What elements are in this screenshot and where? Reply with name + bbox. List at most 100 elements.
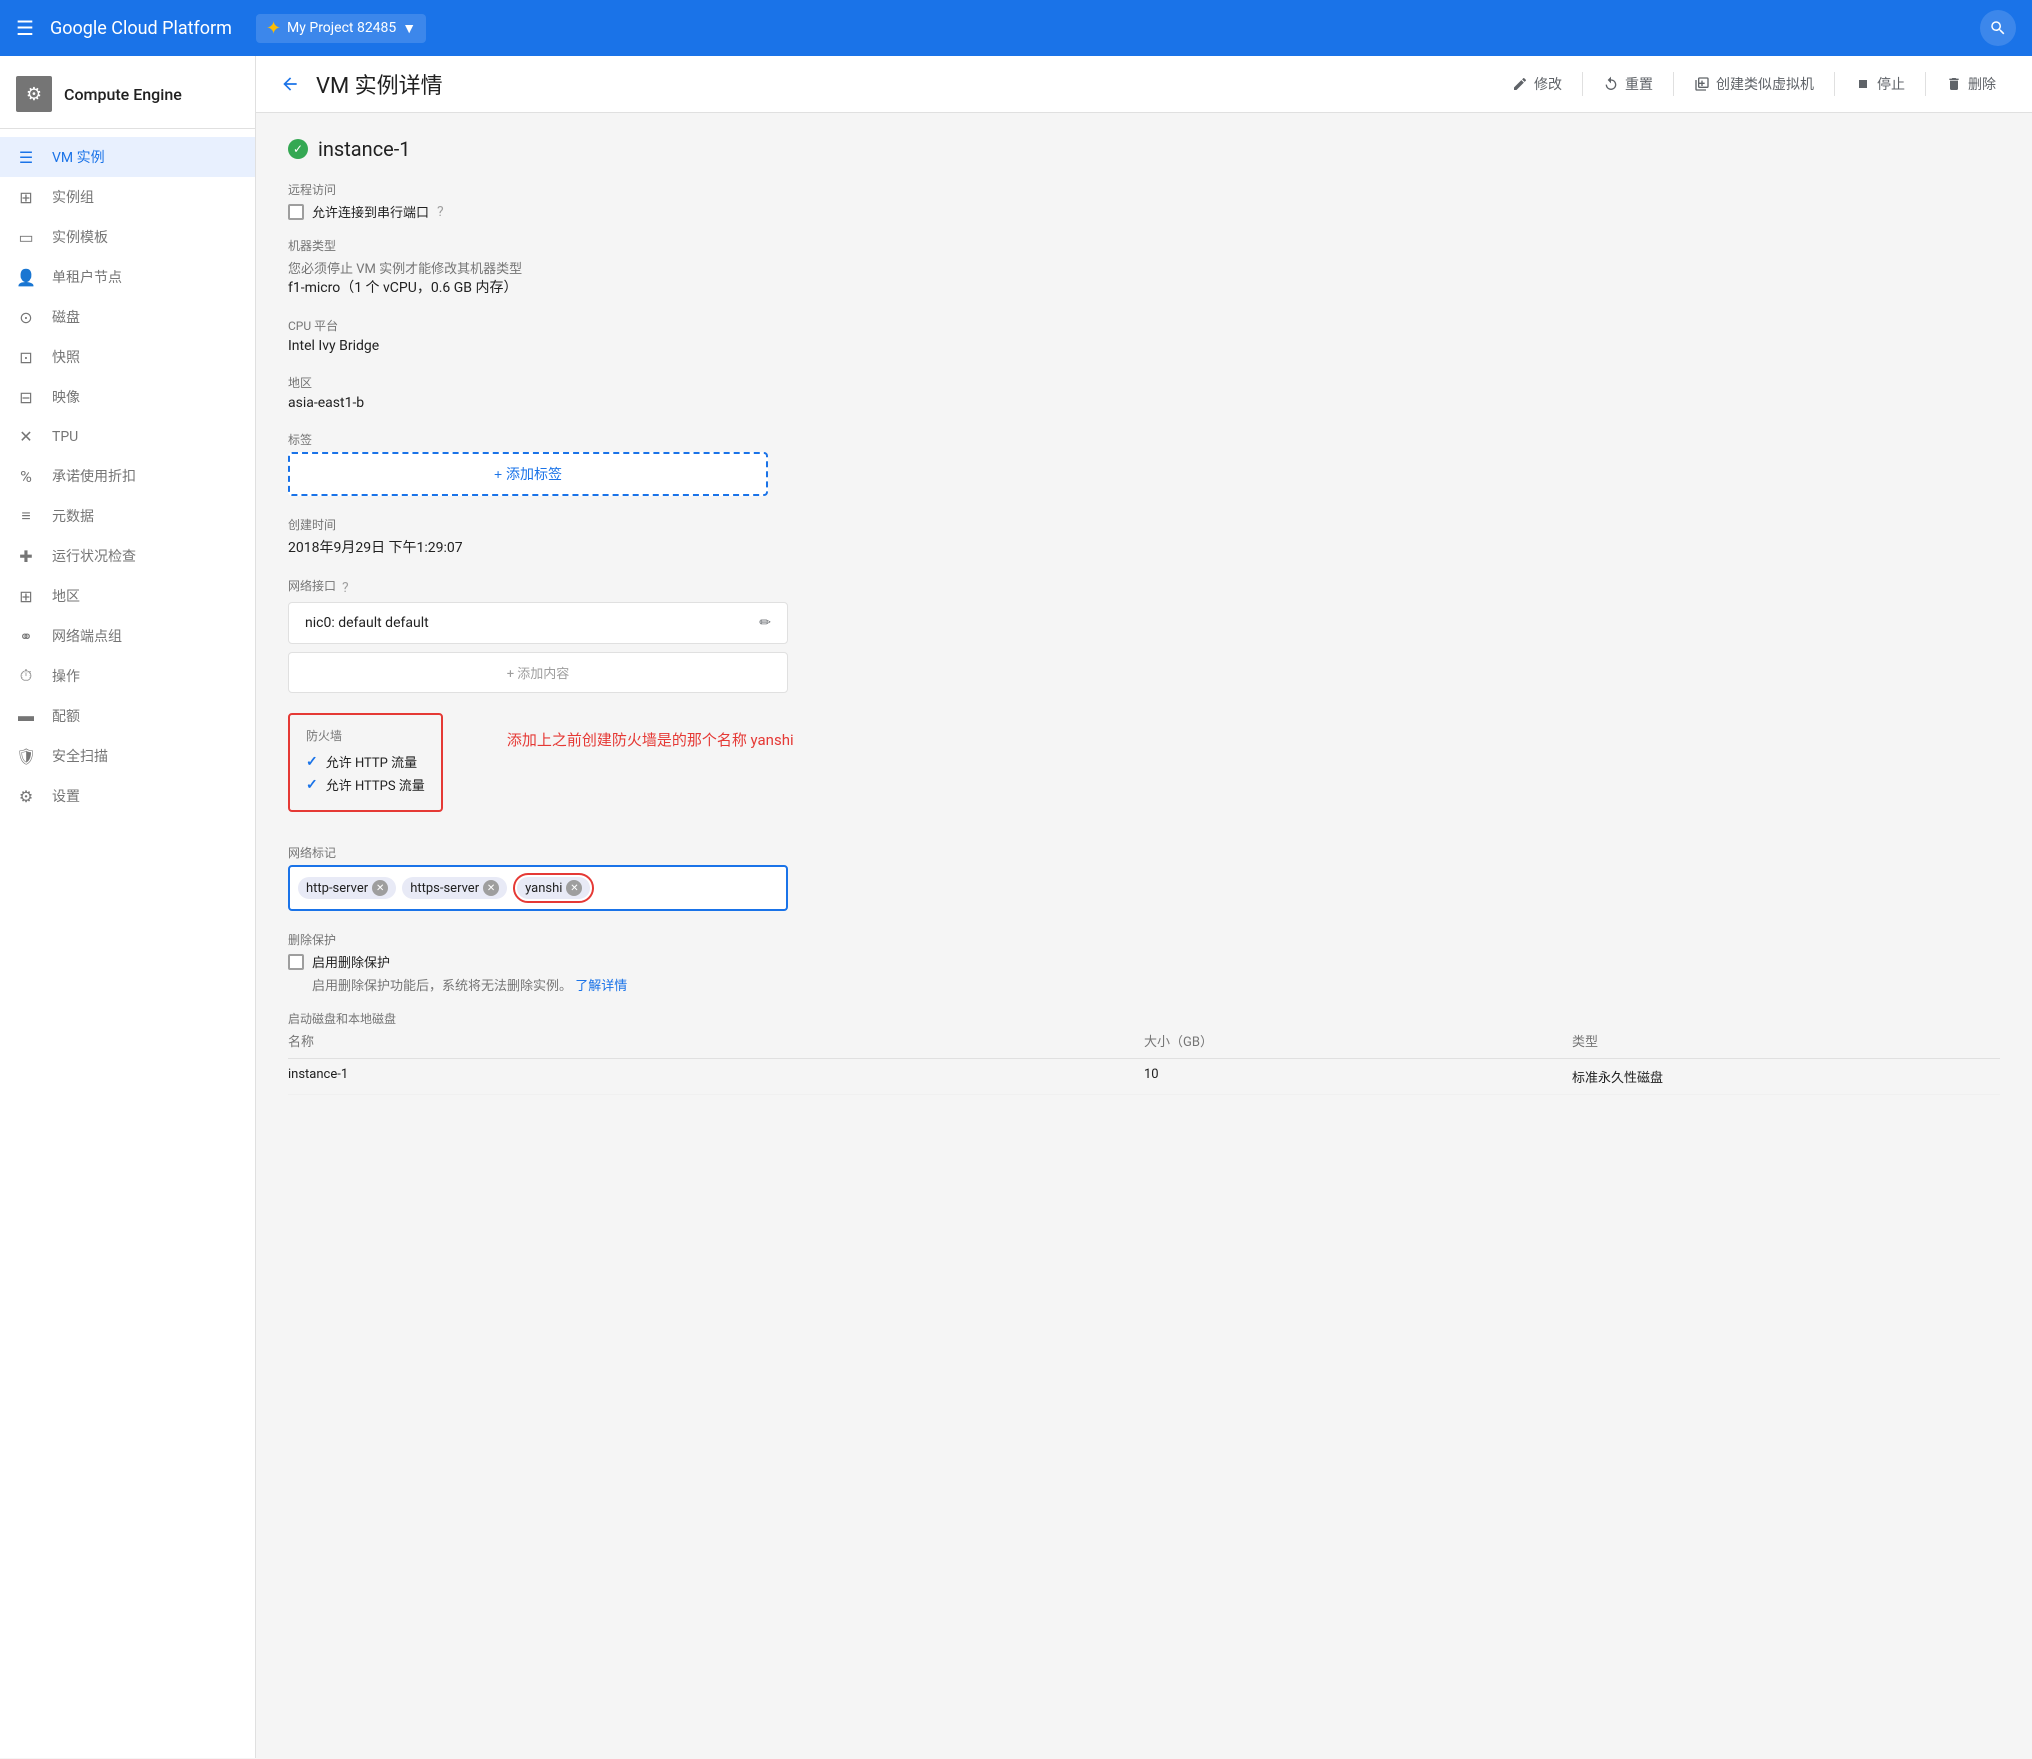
sidebar-item-network-endpoint-groups[interactable]: ⚭ 网络端点组 — [0, 616, 255, 656]
disk-col-name-header: 名称 — [288, 1031, 1144, 1050]
https-label: 允许 HTTPS 流量 — [326, 775, 425, 794]
reset-label: 重置 — [1625, 74, 1653, 94]
instance-groups-icon: ⊞ — [16, 188, 36, 207]
sidebar-item-label: 安全扫描 — [52, 746, 108, 766]
tpu-icon: ✕ — [16, 427, 36, 446]
edit-button[interactable]: 修改 — [1500, 68, 1574, 100]
sidebar-brand-label: Compute Engine — [64, 85, 182, 104]
sidebar-item-quotas[interactable]: ▬ 配额 — [0, 696, 255, 736]
disk-row-size: 10 — [1144, 1067, 1572, 1086]
network-interface-header: 网络接口 ? — [288, 577, 2000, 598]
tag-remove-yanshi[interactable]: ✕ — [566, 880, 582, 896]
back-button[interactable] — [280, 74, 300, 94]
project-dropdown-icon: ▼ — [402, 20, 416, 37]
sidebar: ⚙ Compute Engine ☰ VM 实例 ⊞ 实例组 ▭ 实例模板 👤 … — [0, 56, 256, 1758]
brand-label: Google Cloud Platform — [50, 18, 232, 39]
machine-type-note: 您必须停止 VM 实例才能修改其机器类型 — [288, 258, 2000, 277]
reset-button[interactable]: 重置 — [1591, 68, 1665, 100]
machine-type-label: 机器类型 — [288, 237, 2000, 254]
firewall-note-container: 添加上之前创建防火墙是的那个名称 yanshi — [483, 713, 794, 766]
network-help-icon[interactable]: ? — [342, 580, 349, 596]
http-label: 允许 HTTP 流量 — [326, 752, 417, 771]
firewall-section: 防火墙 ✓ 允许 HTTP 流量 ✓ 允许 HTTPS 流量 — [288, 713, 443, 812]
sidebar-item-tpu[interactable]: ✕ TPU — [0, 417, 255, 456]
menu-icon[interactable]: ☰ — [16, 16, 34, 40]
learn-more-link[interactable]: 了解详情 — [575, 979, 627, 994]
create-similar-label: 创建类似虚拟机 — [1716, 74, 1814, 94]
sidebar-item-label: 网络端点组 — [52, 626, 122, 646]
created-at-value: 2018年9月29日 下午1:29:07 — [288, 537, 2000, 557]
sidebar-item-settings[interactable]: ⚙ 设置 — [0, 776, 255, 816]
delete-button[interactable]: 删除 — [1934, 68, 2008, 100]
sidebar-item-instance-groups[interactable]: ⊞ 实例组 — [0, 177, 255, 217]
sidebar-item-label: TPU — [52, 429, 78, 445]
sidebar-item-zones[interactable]: ⊞ 地区 — [0, 576, 255, 616]
disk-table-header: 名称 大小（GB） 类型 — [288, 1031, 2000, 1059]
zone-section: 地区 asia-east1-b — [288, 374, 2000, 411]
project-selector[interactable]: ✦ My Project 82485 ▼ — [256, 14, 426, 43]
disk-col-size-header: 大小（GB） — [1144, 1031, 1572, 1050]
security-scans-icon: 🛡 — [16, 747, 36, 766]
sidebar-item-label: 映像 — [52, 387, 80, 407]
images-icon: ⊟ — [16, 388, 36, 407]
divider — [1834, 72, 1835, 96]
sidebar-item-label: 实例模板 — [52, 227, 108, 247]
neg-icon: ⚭ — [16, 627, 36, 646]
quotas-icon: ▬ — [16, 706, 36, 726]
delete-protection-checkbox[interactable] — [288, 954, 304, 970]
committed-use-icon: % — [16, 467, 36, 486]
sidebar-item-metadata[interactable]: ≡ 元数据 — [0, 496, 255, 536]
network-tags-label: 网络标记 — [288, 844, 2000, 861]
tag-chip-yanshi: yanshi ✕ — [517, 877, 590, 899]
add-tags-button[interactable]: + 添加标签 — [288, 452, 768, 496]
sidebar-item-label: 配额 — [52, 706, 80, 726]
tag-remove-https-server[interactable]: ✕ — [483, 880, 499, 896]
sidebar-item-operations[interactable]: ⏱ 操作 — [0, 656, 255, 696]
tag-remove-http-server[interactable]: ✕ — [372, 880, 388, 896]
tag-chip-http-server: http-server ✕ — [298, 877, 396, 899]
remote-access-label: 远程访问 — [288, 181, 2000, 198]
page-header-actions: 修改 重置 创建类似虚拟机 停止 — [1500, 68, 2008, 100]
delete-label: 删除 — [1968, 74, 1996, 94]
sidebar-item-vm-instances[interactable]: ☰ VM 实例 — [0, 137, 255, 177]
network-interface-label: 网络接口 — [288, 577, 336, 594]
sidebar-item-committed-use[interactable]: % 承诺使用折扣 — [0, 456, 255, 496]
sidebar-item-label: 操作 — [52, 666, 80, 686]
sidebar-item-label: 实例组 — [52, 187, 94, 207]
sidebar-item-label: 快照 — [52, 347, 80, 367]
network-card: nic0: default default ✏ — [288, 602, 788, 644]
add-content-button[interactable]: + 添加内容 — [288, 652, 788, 693]
status-indicator: ✓ — [288, 139, 308, 159]
stop-button[interactable]: 停止 — [1843, 68, 1917, 100]
sidebar-item-images[interactable]: ⊟ 映像 — [0, 377, 255, 417]
tags-label: 标签 — [288, 431, 2000, 448]
serial-port-checkbox[interactable] — [288, 204, 304, 220]
nic-edit-icon[interactable]: ✏ — [759, 615, 771, 631]
sidebar-item-disks[interactable]: ⊙ 磁盘 — [0, 297, 255, 337]
search-button[interactable] — [1980, 10, 2016, 46]
network-interface-section: 网络接口 ? nic0: default default ✏ + 添加内容 — [288, 577, 2000, 693]
tags-section: 标签 + 添加标签 — [288, 431, 2000, 496]
firewall-note: 添加上之前创建防火墙是的那个名称 yanshi — [507, 729, 794, 750]
serial-port-label: 允许连接到串行端口 — [312, 202, 429, 221]
sidebar-item-instance-templates[interactable]: ▭ 实例模板 — [0, 217, 255, 257]
edit-label: 修改 — [1534, 74, 1562, 94]
sidebar-brand: ⚙ Compute Engine — [0, 56, 255, 129]
disk-row-name: instance-1 — [288, 1067, 1144, 1086]
create-similar-button[interactable]: 创建类似虚拟机 — [1682, 68, 1826, 100]
stop-label: 停止 — [1877, 74, 1905, 94]
sidebar-item-health-checks[interactable]: ✚ 运行状况检查 — [0, 536, 255, 576]
instance-templates-icon: ▭ — [16, 228, 36, 247]
sidebar-nav: ☰ VM 实例 ⊞ 实例组 ▭ 实例模板 👤 单租户节点 ⊙ 磁盘 ⊡ 快照 — [0, 129, 255, 824]
sidebar-item-snapshots[interactable]: ⊡ 快照 — [0, 337, 255, 377]
machine-type-section: 机器类型 您必须停止 VM 实例才能修改其机器类型 f1-micro（1 个 v… — [288, 237, 2000, 297]
created-at-section: 创建时间 2018年9月29日 下午1:29:07 — [288, 516, 2000, 557]
help-icon[interactable]: ? — [437, 204, 444, 220]
operations-icon: ⏱ — [16, 666, 36, 686]
cpu-platform-value: Intel Ivy Bridge — [288, 338, 2000, 354]
sidebar-item-sole-tenant[interactable]: 👤 单租户节点 — [0, 257, 255, 297]
yanshi-highlight-box: yanshi ✕ — [513, 873, 594, 903]
network-tags-input[interactable]: http-server ✕ https-server ✕ yanshi ✕ — [288, 865, 788, 911]
machine-type-value: f1-micro（1 个 vCPU，0.6 GB 内存） — [288, 277, 2000, 297]
sidebar-item-security-scans[interactable]: 🛡 安全扫描 — [0, 736, 255, 776]
